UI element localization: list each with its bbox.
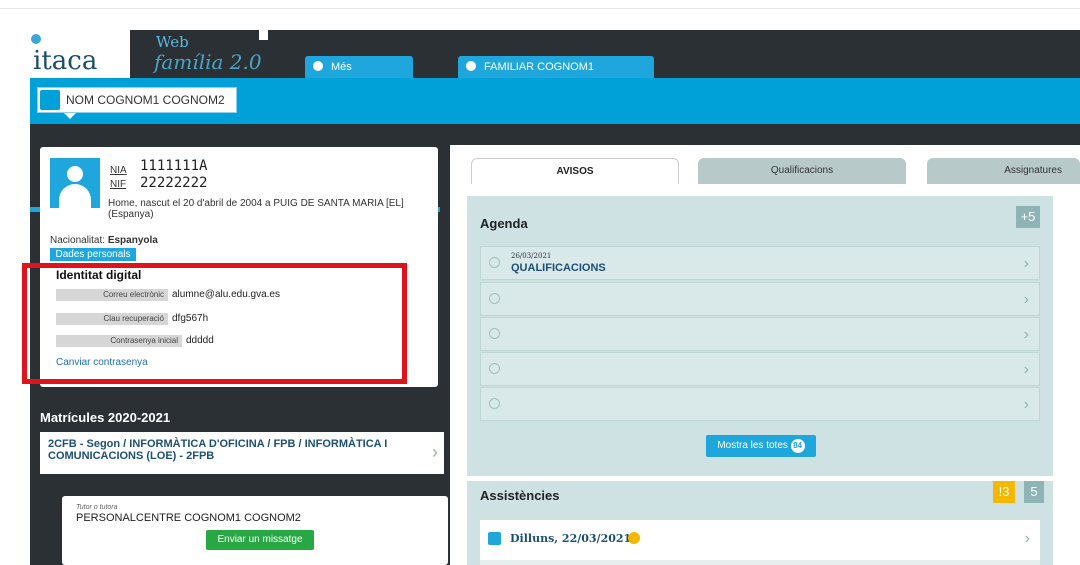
- attendance-next-row: [480, 560, 1040, 565]
- agenda-item[interactable]: ›: [480, 282, 1040, 316]
- chevron-right-icon: ›: [1023, 396, 1029, 413]
- chevron-right-icon: ›: [1023, 361, 1029, 378]
- clock-icon: [489, 328, 500, 339]
- header-notch: [259, 30, 268, 40]
- agenda-item-text: QUALIFICACIONS: [511, 262, 606, 274]
- chevron-right-icon: ›: [1024, 530, 1030, 547]
- attendance-title: Assistències: [480, 488, 560, 503]
- logo[interactable]: itaca: [33, 46, 97, 76]
- agenda-item-date: 26/03/2021: [511, 252, 552, 260]
- tutor-label: Tutor o tutora: [76, 504, 118, 511]
- tab-qualificacions[interactable]: Qualificacions: [698, 158, 906, 184]
- top-strip: [0, 0, 1080, 9]
- agenda-item[interactable]: 26/03/2021 QUALIFICACIONS ›: [480, 246, 1040, 280]
- attendance-item[interactable]: Dilluns, 22/03/2021 ›: [480, 520, 1040, 560]
- tab-avisos[interactable]: AVISOS: [471, 158, 679, 184]
- personal-data-button[interactable]: Dades personals: [50, 248, 136, 261]
- student-icon: [40, 90, 60, 110]
- web-label: Web: [156, 33, 189, 51]
- attendance-warning-badge[interactable]: !3: [993, 481, 1015, 503]
- send-message-button[interactable]: Enviar un missatge: [206, 530, 314, 550]
- clock-icon: [489, 293, 500, 304]
- avatar-head: [67, 166, 83, 182]
- agenda-item[interactable]: ›: [480, 387, 1040, 421]
- student-name: NOM COGNOM1 COGNOM2: [66, 93, 225, 107]
- nif-label: NIF: [110, 179, 127, 190]
- enrollments-title: Matrícules 2020-2021: [40, 410, 171, 425]
- clock-icon: [489, 257, 500, 268]
- show-all-count: 84: [790, 439, 805, 453]
- agenda-item[interactable]: ›: [480, 317, 1040, 351]
- user-icon: [466, 61, 476, 71]
- clock-icon: [489, 398, 500, 409]
- chevron-right-icon: ›: [1023, 326, 1029, 343]
- birth-info: Home, nascut el 20 d'abril de 2004 a PUI…: [108, 198, 404, 220]
- logo-dot-icon: [31, 34, 41, 44]
- avatar-body: [59, 184, 91, 208]
- nia-value: 1111111A: [140, 158, 208, 174]
- info-icon: [628, 532, 640, 544]
- attendance-item-date: Dilluns, 22/03/2021: [510, 532, 632, 545]
- highlight-frame: [22, 263, 407, 384]
- avatar: [50, 158, 100, 208]
- chevron-right-icon: ›: [1023, 255, 1029, 272]
- agenda-item[interactable]: ›: [480, 352, 1040, 386]
- agenda-more-badge[interactable]: +5: [1016, 206, 1040, 228]
- chevron-right-icon: ›: [432, 442, 438, 462]
- tab-assignatures[interactable]: Assignatures: [927, 158, 1080, 184]
- clock-icon: [489, 363, 500, 374]
- app-label: família 2.0: [154, 50, 262, 74]
- show-all-button[interactable]: Mostra les totes 84: [706, 435, 816, 457]
- user-button[interactable]: FAMILIAR COGNOM1 COGNOM2: [458, 56, 654, 95]
- tutor-name: PERSONALCENTRE COGNOM1 COGNOM2: [76, 512, 301, 524]
- nationality: Nacionalitat: Espanyola: [50, 235, 158, 246]
- chevron-right-icon: ›: [1023, 291, 1029, 308]
- nif-value: 22222222: [140, 175, 208, 191]
- attendance-count-badge[interactable]: 5: [1024, 481, 1044, 503]
- enrollment-item[interactable]: 2CFB - Segon / INFORMÀTICA D'OFICINA / F…: [40, 432, 444, 474]
- enrollment-course: 2CFB - Segon / INFORMÀTICA D'OFICINA / F…: [48, 438, 388, 462]
- name-tag-pointer: [64, 113, 76, 119]
- nia-label: NIA: [110, 165, 127, 176]
- agenda-title: Agenda: [480, 216, 528, 231]
- info-icon: [313, 61, 323, 71]
- calendar-icon: [488, 532, 501, 545]
- more-info-button[interactable]: Més informació: [305, 56, 413, 95]
- student-name-tag[interactable]: NOM COGNOM1 COGNOM2: [37, 87, 237, 113]
